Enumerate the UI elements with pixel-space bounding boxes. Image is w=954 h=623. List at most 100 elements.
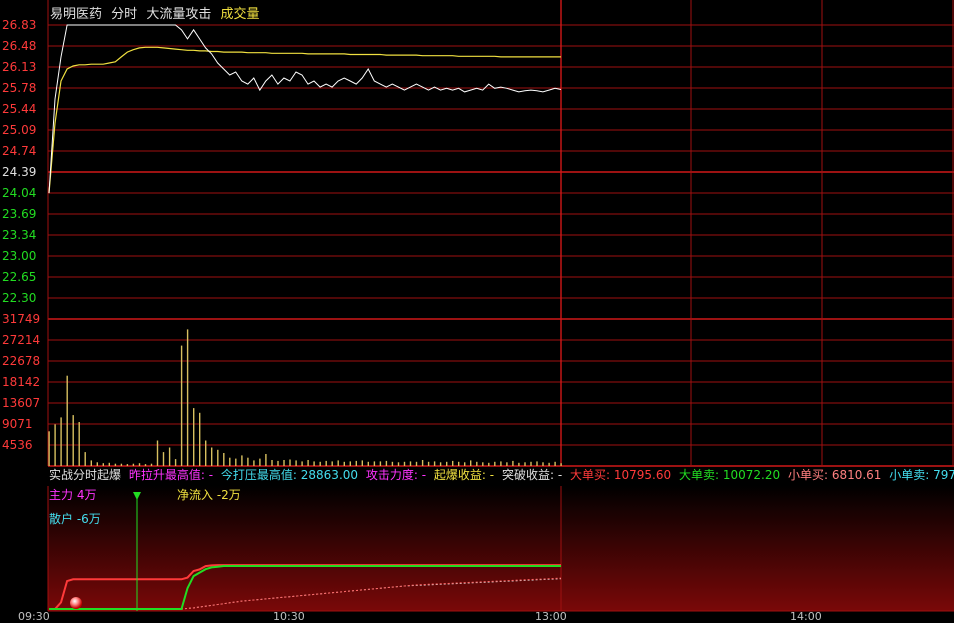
volume-bar: [337, 460, 339, 466]
net-inflow-label: 净流入 -2万: [177, 488, 241, 502]
volume-bar: [223, 453, 225, 466]
volume-bars: [48, 329, 562, 466]
volume-bar: [548, 462, 550, 466]
volume-bar: [319, 461, 321, 466]
volume-bar: [385, 460, 388, 466]
volume-bar: [331, 461, 333, 466]
volume-tick-label: 22678: [2, 354, 41, 368]
volume-bar: [295, 460, 297, 466]
volume-bar: [421, 460, 424, 466]
price-tick-label: 24.39: [2, 165, 37, 179]
volume-bar: [403, 461, 406, 466]
price-tick-label: 23.00: [2, 249, 37, 263]
volume-bar: [361, 460, 363, 466]
volume-bar: [211, 447, 213, 466]
volume-tick-label: 31749: [2, 312, 41, 326]
time-tick-label: 13:00: [535, 610, 567, 623]
volume-bar: [229, 457, 231, 466]
volume-bar: [343, 461, 345, 466]
price-tick-label: 23.69: [2, 207, 37, 221]
small-buy-label: 小单买: 6810.61: [787, 468, 882, 482]
volume-bar: [72, 415, 74, 466]
volume-bar: [283, 460, 285, 466]
volume-bar: [132, 463, 135, 466]
volume-bar: [379, 461, 382, 466]
volume-bar: [530, 461, 532, 466]
stock-name[interactable]: 易明医药: [50, 7, 102, 22]
price-tick-label: 26.13: [2, 60, 37, 74]
volume-bar: [458, 461, 460, 466]
big-sell-label: 大单卖: 10072.20: [678, 468, 781, 482]
volume-bar: [367, 461, 369, 466]
volume-bar: [439, 462, 442, 466]
price-tick-label: 26.83: [2, 18, 37, 32]
price-tick-label: 22.30: [2, 291, 37, 305]
volume-bar: [241, 455, 243, 466]
volume-bar: [108, 462, 110, 466]
volume-bar: [102, 463, 104, 466]
volume-bar: [506, 462, 508, 466]
volume-bar: [168, 447, 171, 466]
volume-tick-label: 18142: [2, 375, 41, 389]
volume-tick-label: 9071: [2, 417, 33, 431]
volume-bar: [349, 461, 351, 466]
intraday-chart[interactable]: [0, 0, 954, 621]
time-tick-label: 09:30: [18, 610, 50, 623]
volume-bar: [560, 463, 562, 466]
price-tick-label: 24.04: [2, 186, 37, 200]
volume-bar: [542, 462, 544, 466]
volume-bar: [518, 462, 520, 466]
volume-bar: [138, 463, 141, 466]
volume-bar: [162, 452, 165, 466]
volume-bar: [433, 461, 436, 466]
big-buy-label: 大单买: 10795.60: [570, 468, 672, 482]
price-tick-label: 25.09: [2, 123, 37, 137]
volume-bar: [78, 422, 80, 466]
price-tick-label: 24.74: [2, 144, 37, 158]
volume-bar: [452, 460, 454, 466]
indicator-info-bar: 实战分时起爆 昨拉升最高值: - 今打压最高值: 28863.00 攻击力度: …: [49, 468, 954, 482]
volume-bar: [253, 460, 255, 466]
volume-bar: [54, 424, 56, 466]
volume-bar: [397, 462, 400, 466]
volume-bar: [126, 464, 129, 466]
price-tick-label: 25.78: [2, 81, 37, 95]
volume-bar: [66, 375, 68, 466]
today-suppress-label: 今打压最高值: 28863.00: [220, 468, 359, 482]
volume-bar: [205, 440, 207, 466]
mode-label[interactable]: 分时: [111, 7, 137, 22]
time-tick-label: 14:00: [790, 610, 822, 623]
volume-bar: [476, 461, 478, 466]
indicator-name[interactable]: 大流量攻击: [146, 7, 211, 22]
volume-bar: [259, 458, 261, 466]
price-tick-label: 23.34: [2, 228, 37, 242]
volume-bar: [325, 460, 327, 466]
main-force-label: 主力 4万: [49, 488, 97, 502]
volume-bar: [373, 461, 376, 466]
price-tick-label: 26.48: [2, 39, 37, 53]
yesterday-high-label: 昨拉升最高值: -: [128, 468, 214, 482]
volume-bar: [217, 449, 219, 466]
volume-bar: [494, 461, 496, 466]
volume-bar: [120, 463, 123, 466]
attack-strength-label: 攻击力度: -: [365, 468, 427, 482]
volume-bar: [193, 408, 195, 466]
volume-bar: [470, 460, 472, 466]
volume-bar: [355, 460, 357, 466]
volume-bar: [277, 460, 279, 466]
price-tick-label: 22.65: [2, 270, 37, 284]
volume-tick-label: 13607: [2, 396, 41, 410]
volume-bar: [427, 461, 430, 466]
volume-bar: [199, 412, 201, 466]
volume-bar: [174, 459, 177, 466]
volume-bar: [271, 460, 273, 466]
volume-bar: [301, 461, 303, 466]
volume-bar: [180, 345, 183, 466]
retail-label: 散户 -6万: [49, 512, 101, 526]
volume-tick-label: 27214: [2, 333, 41, 347]
small-sell-label: 小单卖: 7975.00: [889, 468, 954, 482]
volume-bar: [265, 454, 267, 466]
volume-bar: [90, 460, 92, 466]
volume-bar: [482, 462, 484, 466]
signal-ball-icon[interactable]: [70, 597, 82, 609]
